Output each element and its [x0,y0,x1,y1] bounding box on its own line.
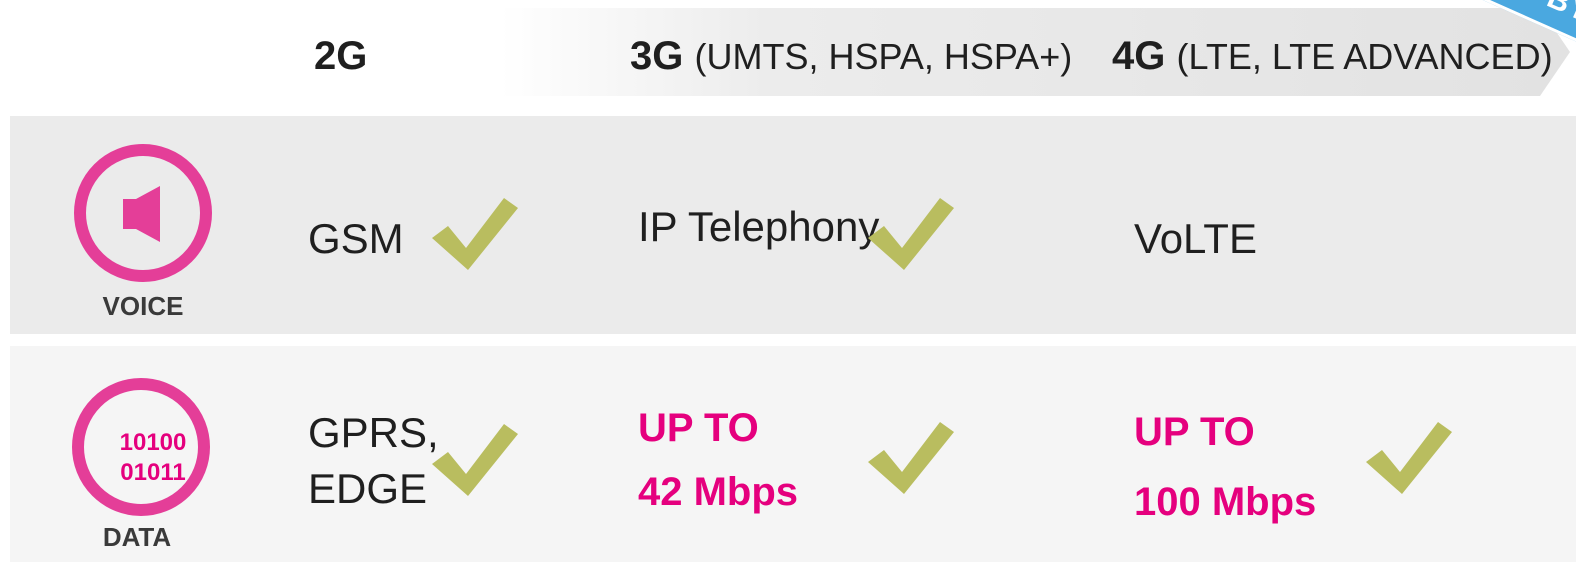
data-4g-line1: UP TO [1134,410,1255,454]
header-3g-sub: (UMTS, HSPA, HSPA+) [694,36,1073,77]
data-3g-check-icon [868,422,954,494]
data-row: 10100 01011 DATA GPRS, EDGE UP TO 42 Mbp… [10,346,1576,562]
header-2g: 2G [314,34,367,78]
voice-4g-text: VoLTE [1134,215,1257,262]
data-3g-line2: 42 Mbps [638,470,799,514]
data-2g-line2: EDGE [308,465,428,512]
voice-2g-check-icon [432,198,518,270]
voice-3g-check-icon [868,198,954,270]
voice-2g-text: GSM [308,215,404,262]
data-4g-check-icon [1366,422,1452,494]
header-2g-label: 2G [314,34,368,78]
binary-line-2: 01011 [120,459,186,486]
data-4g-line2: 100 Mbps [1134,480,1317,524]
header-4g-sub: (LTE, LTE ADVANCED) [1176,36,1553,77]
voice-3g-text: IP Telephony [638,203,880,250]
voice-label: VOICE [102,291,184,321]
data-3g-line1: UP TO [638,406,759,450]
binary-line-1: 10100 [119,429,187,456]
data-2g-line1: GPRS, [308,409,439,456]
header-3g: 3G (UMTS, HSPA, HSPA+) [630,34,1072,79]
voice-icon-circle [74,144,212,282]
header-4g: 4G (LTE, LTE ADVANCED) [1112,34,1553,79]
header-3g-label: 3G [630,34,684,78]
binary-icon: 10100 01011 [84,428,222,488]
header-4g-label: 4G [1112,34,1166,78]
voice-row: VOICE GSM IP Telephony VoLTE [10,116,1576,334]
data-label: DATA [102,522,172,552]
data-icon-circle: 10100 01011 [72,378,210,516]
data-2g-check-icon [432,424,518,496]
